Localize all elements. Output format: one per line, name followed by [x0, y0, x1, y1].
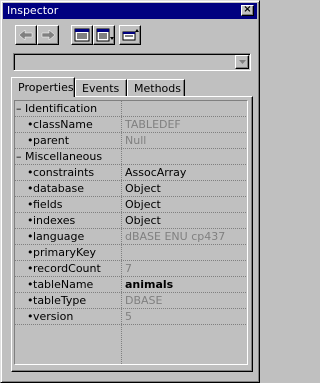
- property-name: •className: [27, 118, 93, 131]
- property-value: TABLEDEF: [125, 118, 181, 131]
- property-value: Object: [125, 214, 161, 227]
- toolbar: [15, 25, 175, 47]
- property-value: animals: [125, 278, 174, 291]
- category-label: – Miscellaneous: [16, 150, 102, 164]
- properties-panel: – Identification •className TABLEDEF •pa…: [11, 96, 253, 372]
- category-row-identification[interactable]: – Identification: [15, 101, 247, 117]
- categorized-view-button[interactable]: [93, 25, 115, 45]
- forward-button[interactable]: [37, 25, 59, 45]
- property-name: •tableType: [27, 294, 87, 307]
- dropdown-arrow-button[interactable]: [235, 55, 249, 69]
- category-label: – Identification: [16, 102, 97, 116]
- expand-object-icon: [122, 29, 139, 41]
- property-name: •recordCount: [27, 262, 101, 275]
- property-name: •primaryKey: [27, 246, 96, 259]
- property-row-tabletype[interactable]: •tableType DBASE: [15, 293, 247, 309]
- alphabetical-view-button[interactable]: [71, 25, 93, 45]
- expand-object-button[interactable]: [119, 25, 141, 45]
- property-row-fields[interactable]: •fields Object: [15, 197, 247, 213]
- forward-arrow-icon: [41, 29, 56, 41]
- property-name: •fields: [27, 198, 63, 211]
- property-name: •database: [27, 182, 84, 195]
- chevron-down-icon: [239, 60, 246, 64]
- tab-methods[interactable]: Methods: [127, 79, 185, 97]
- property-value: DBASE: [125, 294, 163, 307]
- property-name: •language: [27, 230, 85, 243]
- tab-strip: Properties Events Methods: [11, 77, 251, 97]
- property-row-constraints[interactable]: •constraints AssocArray: [15, 165, 247, 181]
- categorized-view-icon: [96, 28, 114, 42]
- property-value: Object: [125, 182, 161, 195]
- property-row-recordcount[interactable]: •recordCount 7: [15, 261, 247, 277]
- property-row-version[interactable]: •version 5: [15, 309, 247, 325]
- collapse-toggle[interactable]: –: [16, 150, 22, 163]
- property-value: Object: [125, 198, 161, 211]
- property-name: •tableName: [27, 278, 94, 291]
- collapse-toggle[interactable]: –: [16, 102, 22, 115]
- window-title: Inspector: [7, 4, 59, 17]
- property-row-language[interactable]: •language dBASE ENU cp437: [15, 229, 247, 245]
- property-row-database[interactable]: •database Object: [15, 181, 247, 197]
- property-name: •indexes: [27, 214, 76, 227]
- category-row-miscellaneous[interactable]: – Miscellaneous: [15, 149, 247, 165]
- property-value: AssocArray: [125, 166, 187, 179]
- property-value: dBASE ENU cp437: [125, 230, 226, 243]
- object-selector-dropdown[interactable]: [13, 53, 251, 71]
- property-row-indexes[interactable]: •indexes Object: [15, 213, 247, 229]
- back-button[interactable]: [15, 25, 37, 45]
- tab-events[interactable]: Events: [75, 79, 127, 97]
- property-value: 5: [125, 310, 132, 323]
- property-name: •constraints: [27, 166, 95, 179]
- close-icon: ×: [243, 4, 252, 15]
- property-name: •parent: [27, 134, 70, 147]
- close-button[interactable]: ×: [241, 5, 254, 16]
- property-name: •version: [27, 310, 74, 323]
- tab-properties-label: Properties: [18, 81, 74, 94]
- category-name: Miscellaneous: [25, 150, 103, 163]
- tab-events-label: Events: [82, 82, 120, 95]
- property-row-tablename[interactable]: •tableName animals: [15, 277, 247, 293]
- property-row-classname[interactable]: •className TABLEDEF: [15, 117, 247, 133]
- inspector-window: Inspector × Properties Events Methods – …: [0, 0, 260, 383]
- property-row-parent[interactable]: •parent Null: [15, 133, 247, 149]
- back-arrow-icon: [18, 29, 33, 41]
- category-name: Identification: [25, 102, 98, 115]
- title-bar[interactable]: Inspector ×: [3, 3, 257, 19]
- property-grid: – Identification •className TABLEDEF •pa…: [14, 100, 248, 365]
- property-value: 7: [125, 262, 132, 275]
- alphabetical-view-icon: [74, 28, 90, 42]
- tab-properties[interactable]: Properties: [11, 77, 75, 97]
- property-value: Null: [125, 134, 147, 147]
- property-row-primarykey[interactable]: •primaryKey: [15, 245, 247, 261]
- tab-methods-label: Methods: [134, 82, 181, 95]
